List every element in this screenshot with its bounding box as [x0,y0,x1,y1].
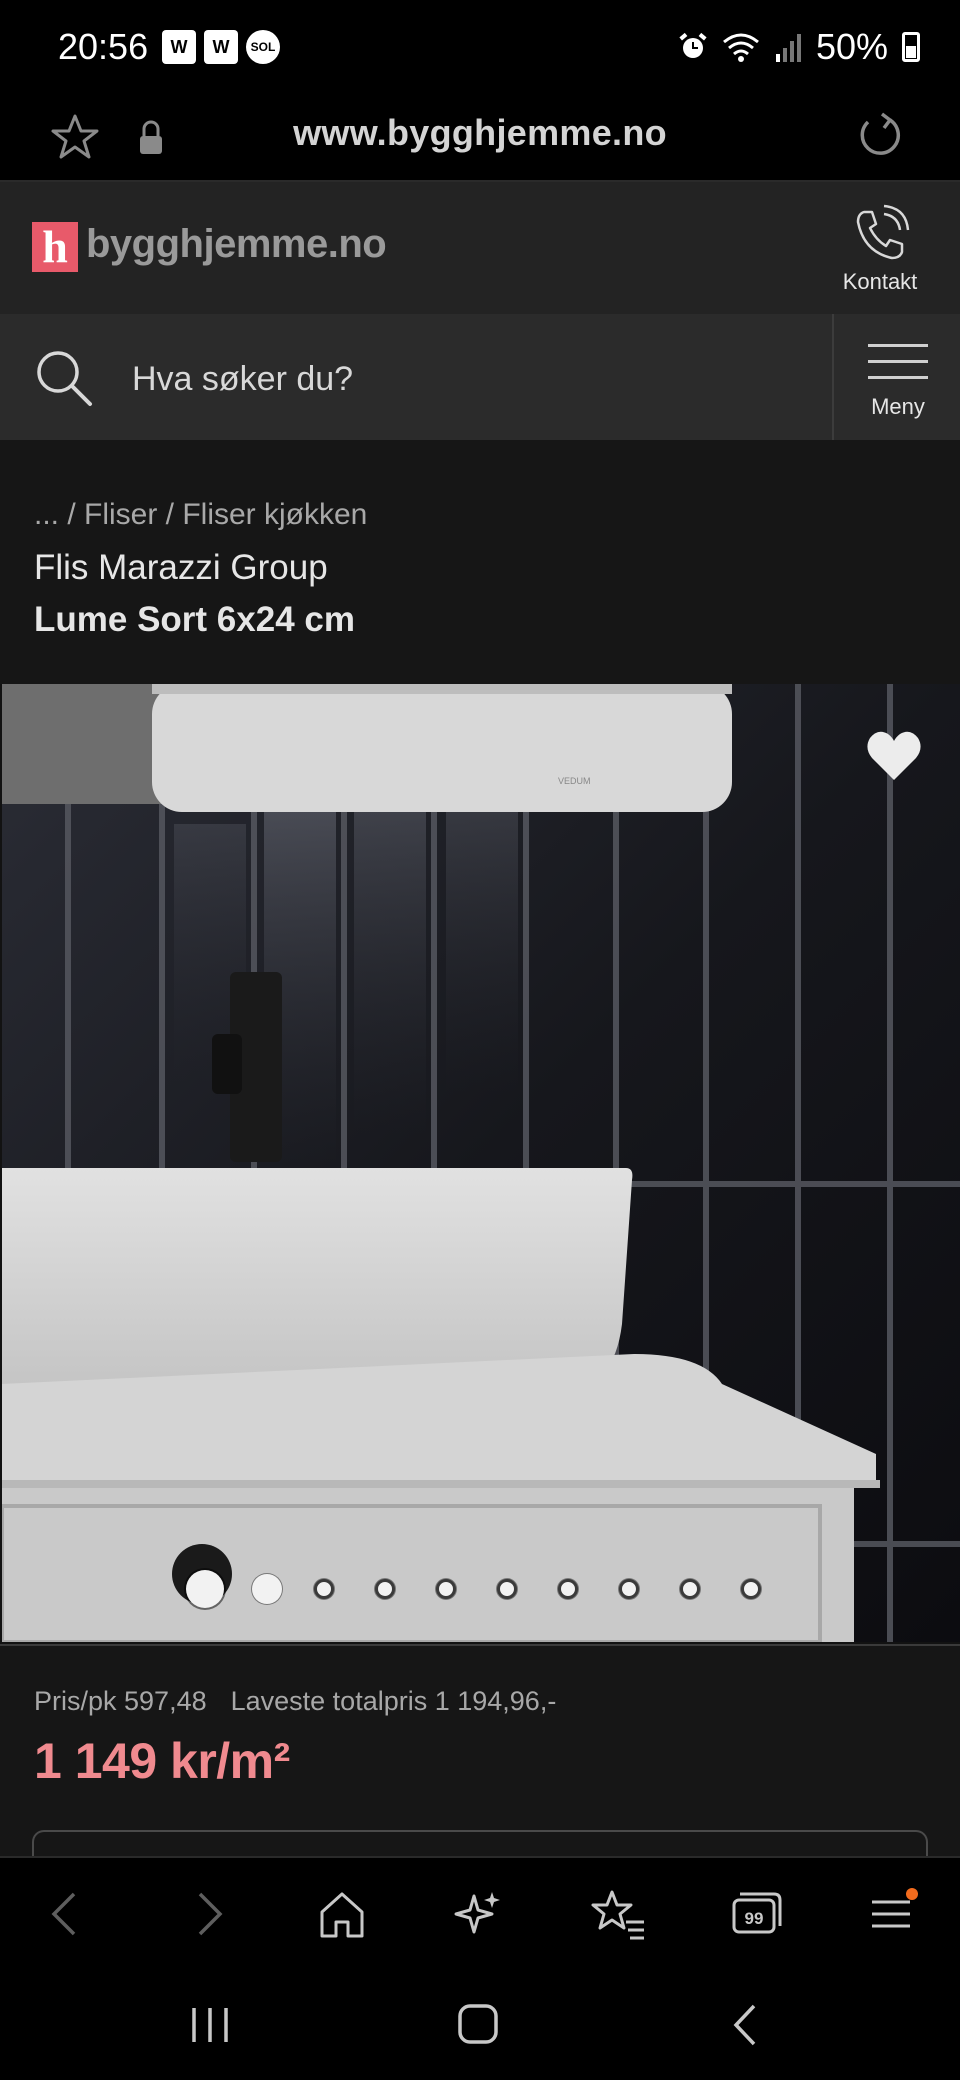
favorite-heart-icon[interactable] [864,728,924,784]
status-time: 20:56 [58,26,149,67]
browser-url-bar: www.bygghjemme.no [0,96,960,182]
product-photo: VEDUM [2,684,960,1642]
home-icon[interactable] [448,2002,508,2048]
price-details: Pris/pk 597,48 Laveste totalpris 1 194,96… [34,1686,580,1717]
back-icon[interactable] [718,2002,778,2048]
hamburger-icon [868,344,928,380]
sparkle-icon[interactable] [450,1886,510,1942]
reload-icon[interactable] [852,108,908,164]
home-icon[interactable] [312,1886,372,1942]
product-brand: Flis Marazzi Group [34,548,328,587]
wifi-icon [722,33,759,62]
price-per-m2: 1 149 kr/m² [34,1733,290,1789]
tabs-count: 99 [745,1909,764,1928]
contact-button[interactable]: Kontakt [820,204,940,295]
search-input[interactable] [132,354,812,404]
product-title: Lume Sort 6x24 cm [34,600,355,639]
search-icon[interactable] [34,348,94,408]
battery-percent: 50% [815,26,888,67]
price-section: Pris/pk 597,48 Laveste totalpris 1 194,96… [0,1644,960,1870]
svg-text:VEDUM: VEDUM [558,776,591,786]
forward-icon[interactable] [178,1886,238,1942]
breadcrumb[interactable]: ... / Fliser / Fliser kjøkken [34,498,367,532]
logo-text[interactable]: bygghjemme.no [86,222,387,267]
menu-label: Meny [871,394,925,419]
tabs-icon: 99 [732,1892,782,1934]
notification-badge-sol: SOL [246,30,280,64]
gallery-dot[interactable] [252,1574,282,1604]
gallery-dot[interactable] [558,1579,578,1599]
url-text[interactable]: www.bygghjemme.no [0,112,960,154]
status-bar: 20:56 W W SOL 50% [0,0,960,96]
gallery-dot[interactable] [497,1579,517,1599]
gallery-dot[interactable] [436,1579,456,1599]
bookmarks-icon[interactable] [588,1886,648,1942]
recents-icon[interactable] [180,2002,240,2048]
system-navigation-bar [0,1968,960,2080]
notification-dot [906,1888,918,1900]
logo-mark[interactable]: h [32,222,78,272]
search-bar: Meny [0,314,960,440]
product-image-gallery[interactable]: VEDUM [2,684,960,1642]
lowest-total-price: Laveste totalpris 1 194,96,- [230,1686,557,1716]
signal-icon [775,34,801,62]
browser-toolbar: 99 [0,1856,960,1968]
battery-icon [902,32,920,62]
contact-label: Kontakt [842,269,918,294]
phone-icon [856,204,910,260]
alarm-icon [679,32,707,58]
site-header: h bygghjemme.no Kontakt [0,182,960,314]
status-icons: 50% [678,26,920,68]
gallery-dot[interactable] [186,1570,224,1608]
gallery-dot[interactable] [619,1579,639,1599]
gallery-pagination [186,1570,802,1608]
price-per-pack: Pris/pk 597,48 [34,1686,207,1716]
back-icon[interactable] [38,1886,98,1942]
gallery-dot[interactable] [314,1579,334,1599]
divider [832,314,834,440]
gallery-dot[interactable] [680,1579,700,1599]
menu-button[interactable]: Meny [836,314,960,440]
gallery-dot[interactable] [375,1579,395,1599]
notification-badge-w-2: W [204,30,238,64]
browser-menu-button[interactable] [862,1886,922,1942]
tabs-button[interactable]: 99 [724,1886,784,1942]
product-heading: ... / Fliser / Fliser kjøkken Flis Maraz… [0,440,960,684]
gallery-dot[interactable] [741,1579,761,1599]
notification-badge-w: W [162,30,196,64]
